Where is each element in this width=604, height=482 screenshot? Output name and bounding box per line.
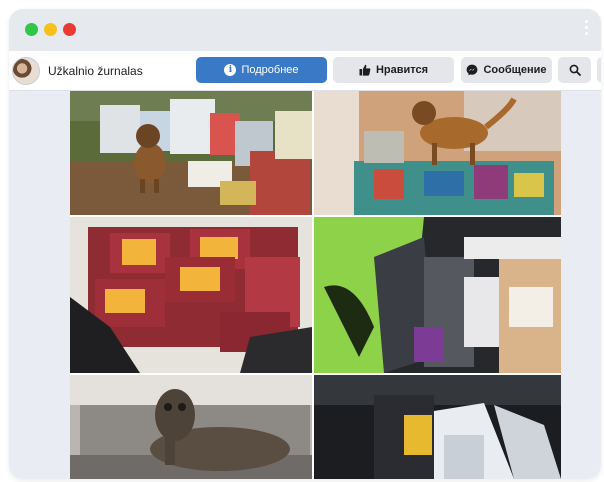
like-label: Нравится: [375, 64, 429, 76]
like-button[interactable]: Нравится: [333, 57, 454, 83]
photo-grid: [70, 91, 561, 479]
more-info-label: Подробнее: [241, 64, 299, 76]
page-name[interactable]: Užkalnio žurnalas: [48, 64, 143, 78]
page-header: Užkalnio žurnalas i Подробнее Нравится С…: [9, 51, 601, 91]
messenger-icon: [467, 64, 478, 76]
photo-green-bag-and-boxes[interactable]: [314, 217, 561, 373]
info-icon: i: [224, 64, 237, 76]
search-icon: [569, 64, 581, 76]
message-button[interactable]: Сообщение: [461, 57, 552, 83]
search-button[interactable]: [558, 57, 591, 83]
browser-window: Užkalnio žurnalas i Подробнее Нравится С…: [9, 9, 601, 479]
message-label: Сообщение: [483, 64, 547, 76]
window-zoom-button[interactable]: [25, 23, 38, 36]
photo-bags-in-car[interactable]: [314, 375, 561, 479]
window-close-button[interactable]: [63, 23, 76, 36]
title-bar: [9, 9, 601, 51]
more-options-icon[interactable]: [583, 20, 589, 40]
overflow-button[interactable]: [597, 57, 601, 83]
thumbs-up-icon: [359, 64, 371, 76]
window-minimize-button[interactable]: [44, 23, 57, 36]
photo-dog-on-sofa[interactable]: [70, 375, 312, 479]
more-info-button[interactable]: i Подробнее: [196, 57, 327, 83]
photo-raw-meat-packages[interactable]: [70, 217, 312, 373]
photo-dog-with-food-bags[interactable]: [70, 91, 312, 215]
photo-dog-on-food-bags[interactable]: [314, 91, 561, 215]
page-avatar[interactable]: [12, 57, 40, 85]
